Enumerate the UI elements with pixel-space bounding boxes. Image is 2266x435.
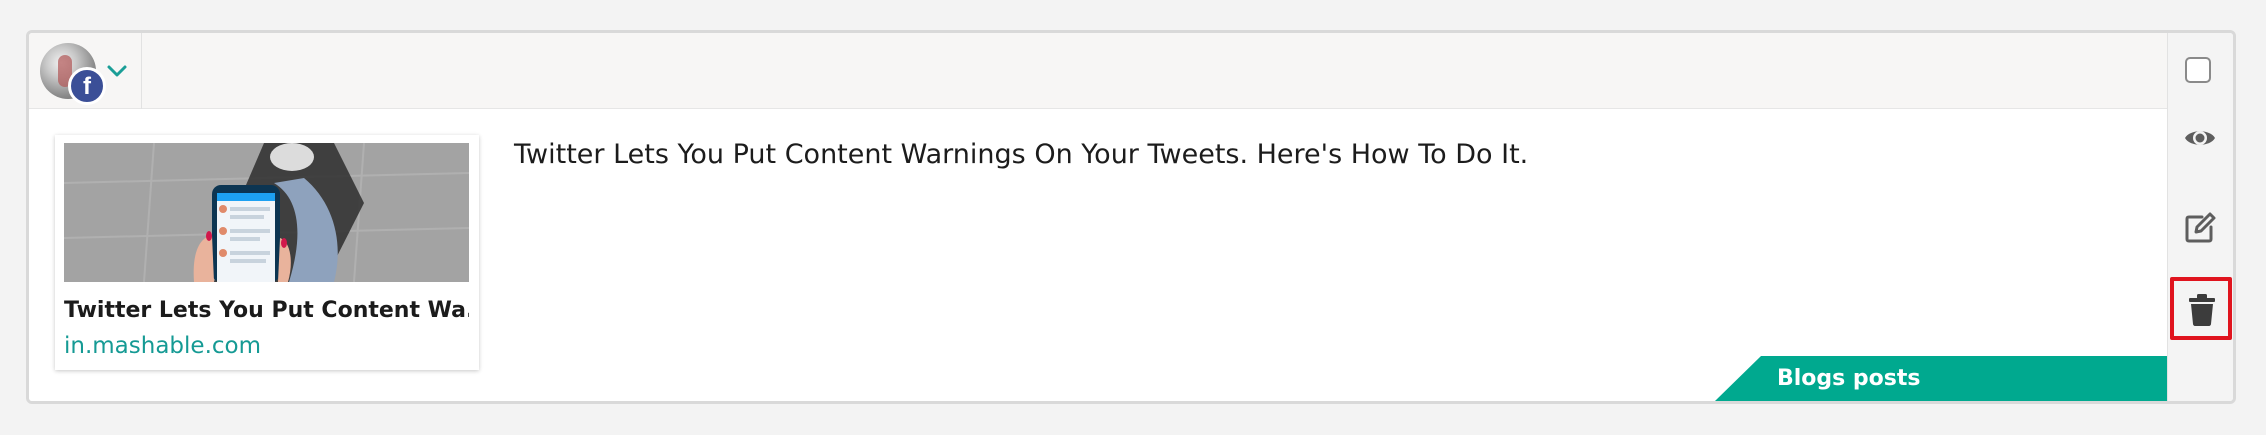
edit-icon — [2185, 212, 2216, 243]
eye-icon — [2185, 131, 2215, 145]
chevron-down-icon[interactable] — [105, 59, 129, 83]
edit-button[interactable] — [2168, 199, 2232, 255]
preview-photo-illustration — [64, 143, 469, 282]
category-label-text: Blogs posts — [1777, 366, 1921, 391]
post-card: f Twitter Lets You Put Content Wa... in.… — [26, 30, 2236, 404]
trash-icon — [2189, 294, 2215, 326]
post-header: f — [29, 33, 2167, 109]
select-checkbox[interactable] — [2185, 57, 2211, 83]
account-selector[interactable]: f — [29, 33, 142, 109]
link-preview-image — [64, 143, 469, 282]
category-label[interactable]: Blogs posts — [1715, 356, 2167, 401]
link-preview-domain[interactable]: in.mashable.com — [64, 331, 261, 361]
preview-button[interactable] — [2168, 111, 2232, 167]
link-preview-card[interactable]: Twitter Lets You Put Content Wa... in.ma… — [55, 135, 479, 370]
link-preview-title: Twitter Lets You Put Content Wa... — [64, 298, 469, 323]
facebook-icon: f — [68, 67, 106, 105]
post-text: Twitter Lets You Put Content Warnings On… — [514, 139, 1529, 170]
post-body: Twitter Lets You Put Content Wa... in.ma… — [29, 109, 2167, 401]
delete-button[interactable] — [2170, 277, 2232, 340]
action-sidebar — [2167, 33, 2233, 401]
